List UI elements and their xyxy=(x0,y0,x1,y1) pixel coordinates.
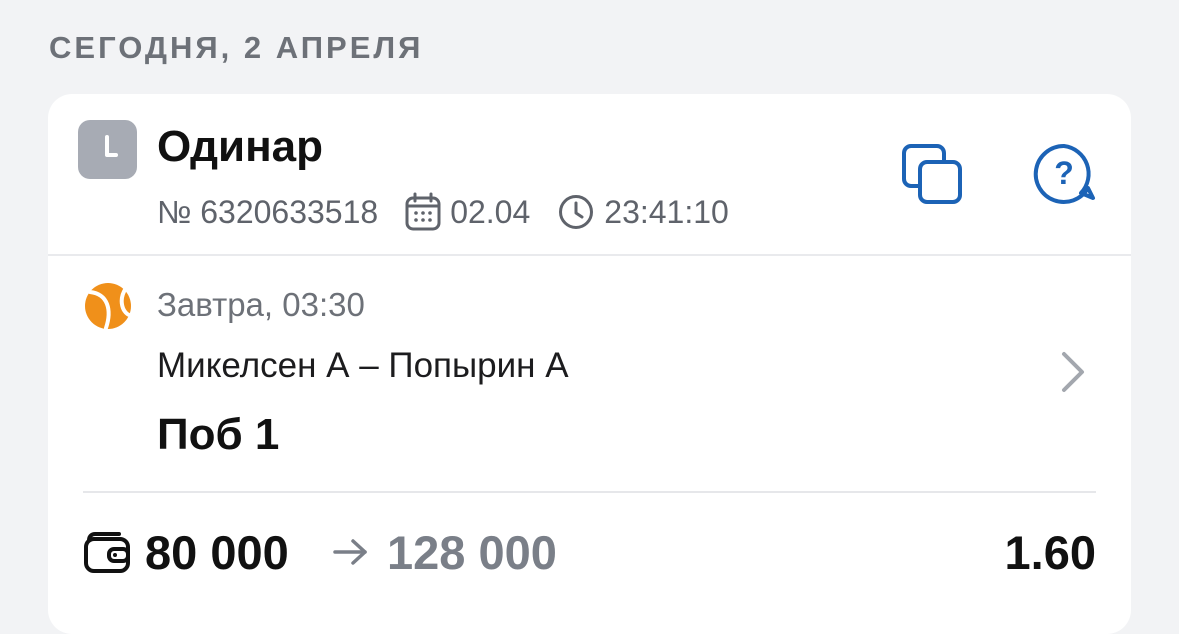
date-header: СЕГОДНЯ, 2 АПРЕЛЯ xyxy=(49,30,424,65)
bet-card-header: Одинар № 6320633518 02.04 23:41:10 ? xyxy=(48,94,1131,256)
copy-icon xyxy=(902,144,962,204)
help-chat-icon: ? xyxy=(1033,143,1095,204)
event-row[interactable]: Завтра, 03:30 Микелсен А – Попырин А Поб… xyxy=(48,258,1131,492)
stake-row: 80 000 128 000 1.60 xyxy=(83,522,1096,582)
payout-amount: 128 000 xyxy=(387,526,557,579)
tennis-ball-icon xyxy=(82,280,134,332)
copy-button[interactable] xyxy=(900,142,966,206)
arrow-right-icon xyxy=(331,536,371,568)
odds-value: 1.60 xyxy=(1004,526,1096,579)
bet-date: 02.04 xyxy=(450,193,531,230)
bet-type: Одинар xyxy=(157,122,324,171)
bet-outcome: Поб 1 xyxy=(157,410,280,459)
bet-meta: № 6320633518 02.04 23:41:10 xyxy=(157,192,729,232)
wallet-icon xyxy=(83,530,131,574)
clock-outline-icon xyxy=(558,194,594,230)
event-time: Завтра, 03:30 xyxy=(157,286,365,323)
divider xyxy=(83,491,1096,493)
event-name: Микелсен А – Попырин А xyxy=(157,346,569,385)
chevron-right-icon[interactable] xyxy=(1058,350,1088,394)
calendar-icon xyxy=(404,192,442,232)
stake-amount: 80 000 xyxy=(145,526,289,579)
clock-icon xyxy=(78,120,137,179)
bet-card: Одинар № 6320633518 02.04 23:41:10 ? Зав… xyxy=(48,94,1131,634)
help-button[interactable]: ? xyxy=(1031,142,1097,206)
svg-text:?: ? xyxy=(1054,155,1074,191)
bet-number: № 6320633518 xyxy=(157,193,379,230)
bet-time: 23:41:10 xyxy=(604,193,729,230)
